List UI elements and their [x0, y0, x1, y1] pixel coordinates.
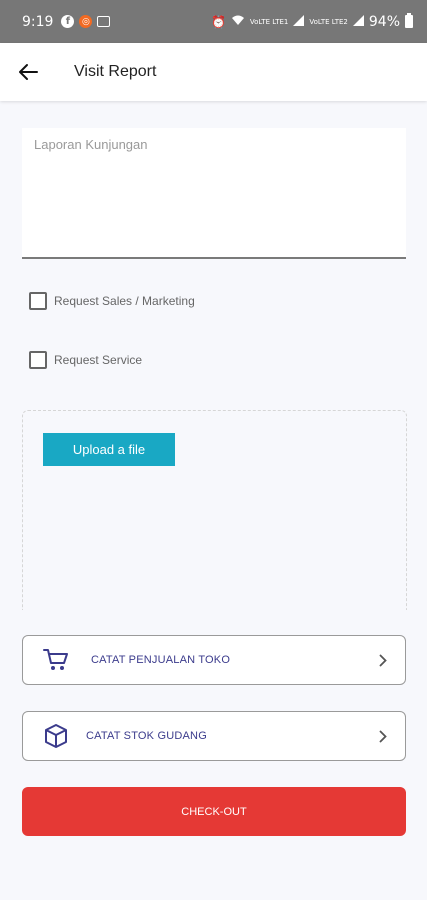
battery-percent: 94% — [368, 13, 400, 30]
signal-icon — [293, 14, 305, 29]
checkout-button[interactable]: CHECK-OUT — [22, 787, 406, 836]
catat-stok-gudang-button[interactable]: CATAT STOK GUDANG — [22, 711, 406, 761]
signal-icon-2 — [352, 14, 364, 29]
orange-app-icon: ◎ — [79, 15, 93, 28]
status-icons: ⏰ VoLTE LTE1 VoLTE LTE2 94% — [210, 13, 413, 30]
arrow-left-icon — [19, 64, 38, 80]
battery-icon — [405, 13, 413, 28]
catat-penjualan-toko-button[interactable]: CATAT PENJUALAN TOKO — [22, 635, 406, 685]
box-icon — [41, 721, 71, 751]
lte-2-indicator: VoLTE LTE2 — [309, 17, 348, 26]
status-bar: 9:19 f ◎ ⏰ VoLTE LTE1 VoLTE LTE2 94% — [0, 0, 427, 43]
request-service-checkbox[interactable] — [29, 351, 47, 369]
catat-stok-gudang-label: CATAT STOK GUDANG — [86, 730, 207, 742]
request-service-label: Request Service — [54, 353, 143, 367]
visit-report-input[interactable] — [22, 128, 406, 257]
upload-dropzone[interactable]: Upload a file — [22, 410, 407, 610]
alarm-icon: ⏰ — [210, 14, 226, 29]
report-field — [22, 128, 406, 259]
status-time: 9:19 — [22, 13, 54, 30]
shopping-cart-icon — [41, 645, 71, 675]
catat-penjualan-toko-label: CATAT PENJUALAN TOKO — [91, 654, 231, 666]
request-sales-checkbox[interactable] — [29, 292, 47, 310]
request-sales-label: Request Sales / Marketing — [54, 294, 195, 308]
facebook-icon: f — [61, 15, 75, 28]
request-service-checkbox-row[interactable]: Request Service — [29, 351, 142, 369]
wifi-icon — [231, 14, 245, 29]
back-button[interactable] — [0, 43, 56, 101]
chevron-right-icon — [379, 730, 387, 743]
upload-file-button[interactable]: Upload a file — [43, 433, 175, 466]
lte-1-indicator: VoLTE LTE1 — [249, 17, 289, 26]
app-bar: Visit Report — [0, 43, 427, 101]
gallery-icon — [97, 16, 111, 27]
chevron-right-icon — [379, 654, 387, 667]
request-sales-checkbox-row[interactable]: Request Sales / Marketing — [29, 292, 195, 310]
page-title: Visit Report — [74, 63, 157, 80]
